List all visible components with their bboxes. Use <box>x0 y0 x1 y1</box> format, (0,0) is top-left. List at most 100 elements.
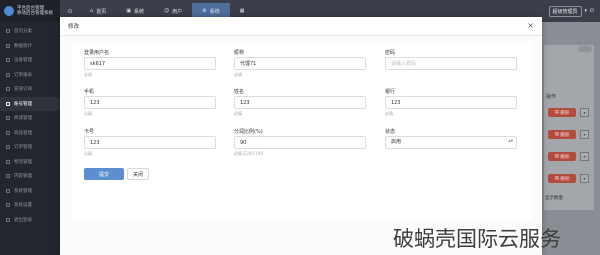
sidebar-item[interactable]: 内容管理 <box>0 169 60 184</box>
realname-field: 姓名 必填 <box>234 88 366 117</box>
menu-item-icon <box>6 87 10 92</box>
sidebar: 平台后台管理 移动后台管理系统 首页分类 数据统计 设备管理 订单报表 充值订阅 账号管理… <box>0 0 60 255</box>
ratio-field: 分润比例(%) 必填 区间0-100 <box>234 128 366 157</box>
password-label: 密码 <box>385 50 396 56</box>
sidebar-item[interactable]: 订单管理 <box>0 140 60 155</box>
status-select[interactable]: 启用 <box>385 136 517 149</box>
sidebar-item[interactable]: 系统设置 <box>0 198 60 213</box>
card-field: 卡号 必填 <box>84 128 216 157</box>
select-arrows-icon: ▴▾ <box>508 139 513 144</box>
sidebar-item-label: 订单报表 <box>14 72 32 78</box>
realname-input[interactable] <box>234 96 366 109</box>
bank-help: 必填 <box>385 111 393 116</box>
home-icon: ⌂ <box>90 8 94 14</box>
sidebar-item[interactable]: 系统管理 <box>0 184 60 199</box>
topbar-tab-label: 首页 <box>96 8 107 15</box>
sidebar-item-label: 商城管理 <box>14 116 32 122</box>
collapse-sidebar-icon[interactable]: ⊙ <box>60 8 80 15</box>
doc-icon: ▣ <box>126 8 131 14</box>
sidebar-item[interactable]: 首页分类 <box>0 24 60 39</box>
sidebar-item-label: 系统设置 <box>14 203 32 209</box>
sidebar-item[interactable]: 充值订阅 <box>0 82 60 97</box>
topbar-tab-label: 用户 <box>172 8 183 15</box>
row-stepper[interactable]: ▾ <box>580 152 589 161</box>
status-label: 状态 <box>385 129 396 135</box>
sidebar-item[interactable]: 订单报表 <box>0 68 60 83</box>
menu-item-icon <box>6 101 10 106</box>
phone-field: 手机 必填 <box>84 88 216 117</box>
row-stepper[interactable]: ▾ <box>580 108 589 117</box>
ratio-help: 必填 区间0-100 <box>234 151 263 156</box>
phone-input[interactable] <box>84 96 216 109</box>
edit-modal: 修改 × 登录用户名 必填 昵称 必填 密码 手机 必填 <box>60 17 542 255</box>
submit-button[interactable]: 提交 <box>84 168 124 180</box>
user-icon: ☺ <box>163 8 170 14</box>
realname-label: 姓名 <box>234 89 245 95</box>
password-input[interactable] <box>385 57 517 70</box>
table-header-actions: 操作 <box>546 94 557 100</box>
user-name: 超级管理员 <box>548 5 582 17</box>
logout-icon[interactable]: ⏻ <box>590 8 594 14</box>
phone-label: 手机 <box>84 89 95 95</box>
card-input[interactable] <box>84 136 216 149</box>
trash-icon: ▤ <box>554 110 559 115</box>
form-card: 登录用户名 必填 昵称 必填 密码 手机 必填 姓名 <box>72 42 532 220</box>
sidebar-item[interactable]: 账号管理 <box>0 96 60 111</box>
delete-button[interactable]: ▤ 删除 <box>548 108 576 117</box>
username-input[interactable] <box>84 57 216 70</box>
card-help: 必填 <box>84 151 92 156</box>
username-label: 登录用户名 <box>84 50 110 56</box>
sidebar-item-label: 内容管理 <box>14 174 32 180</box>
logo-icon <box>4 6 14 16</box>
menu-item-icon <box>6 72 10 77</box>
close-icon[interactable]: × <box>527 22 534 30</box>
menu-item-icon <box>6 58 10 63</box>
sidebar-item[interactable]: 退出登录 <box>0 213 60 228</box>
row-stepper[interactable]: ▾ <box>580 174 589 183</box>
close-button[interactable]: 关闭 <box>127 168 149 180</box>
sidebar-item[interactable]: 商城管理 <box>0 111 60 126</box>
card-label: 卡号 <box>84 129 95 135</box>
form-actions: 提交 关闭 <box>84 168 149 180</box>
nickname-input[interactable] <box>234 57 366 70</box>
bank-input[interactable] <box>385 96 517 109</box>
status-value: 启用 <box>391 139 402 145</box>
topbar-tab-label: 系统 <box>209 8 220 15</box>
background-table-card <box>544 45 594 210</box>
realname-help: 必填 <box>234 111 242 116</box>
sidebar-item-label: 系统管理 <box>14 188 32 194</box>
delete-button[interactable]: ▤ 删除 <box>548 152 576 161</box>
modal-title: 修改 <box>68 24 80 30</box>
watermark-text: 破蜗壳国际云服务 <box>393 227 561 251</box>
sidebar-item-label: 订单管理 <box>14 145 32 151</box>
username-field: 登录用户名 必填 <box>84 49 216 78</box>
bank-label: 银行 <box>385 89 396 95</box>
nickname-field: 昵称 必填 <box>234 49 366 78</box>
status-field: 状态 启用 ▴▾ <box>385 128 517 149</box>
row-stepper[interactable]: ▾ <box>580 130 589 139</box>
sidebar-item[interactable]: 商品管理 <box>0 126 60 141</box>
toggle-switch[interactable] <box>578 46 592 52</box>
page-size-label: 显示数量 <box>545 196 563 201</box>
menu-item-icon <box>6 116 10 121</box>
menu-item-icon <box>6 188 10 193</box>
delete-button[interactable]: ▤ 删除 <box>548 174 576 183</box>
trash-icon: ▤ <box>554 132 559 137</box>
user-menu[interactable]: 超级管理员 ▾ ⏻ <box>548 5 600 17</box>
gear-icon: ⚙ <box>202 8 207 14</box>
sidebar-nav: 首页分类 数据统计 设备管理订单报表充值订阅账号管理商城管理商品管理订单管理物流管理… <box>0 24 60 227</box>
sidebar-item-label: 商品管理 <box>14 130 32 136</box>
menu-item-icon <box>6 43 10 48</box>
sidebar-item-label: 充值订阅 <box>14 87 32 93</box>
sidebar-item[interactable]: 设备管理 <box>0 53 60 68</box>
sidebar-item[interactable]: 数据统计 <box>0 39 60 54</box>
sidebar-item-label: 物流管理 <box>14 159 32 165</box>
delete-button[interactable]: ▤ 删除 <box>548 130 576 139</box>
ratio-input[interactable] <box>234 136 366 149</box>
password-field: 密码 <box>385 49 517 70</box>
modal-header: 修改 × <box>60 17 542 36</box>
phone-help: 必填 <box>84 111 92 116</box>
menu-item-icon <box>6 203 10 208</box>
sidebar-item[interactable]: 物流管理 <box>0 155 60 170</box>
bank-field: 银行 必填 <box>385 88 517 117</box>
